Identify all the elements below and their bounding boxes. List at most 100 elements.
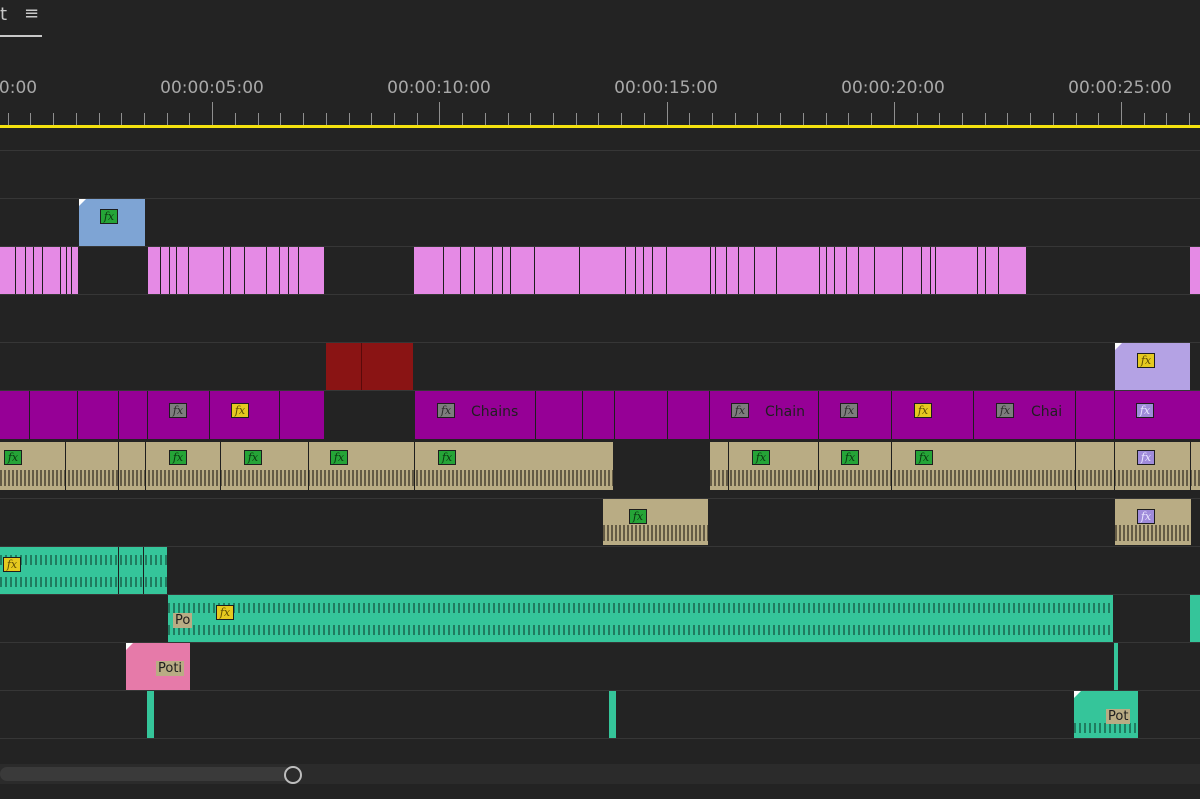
timecode-label: 0:00 bbox=[0, 78, 38, 98]
timecode-label: 00:00:05:00 bbox=[160, 78, 264, 98]
audio-clip[interactable] bbox=[1190, 595, 1200, 643]
video-clip[interactable] bbox=[0, 247, 78, 295]
timeline-tab[interactable]: t ≡ bbox=[0, 0, 42, 38]
fx-badge-icon[interactable]: fx bbox=[4, 450, 22, 465]
audio-clip[interactable]: Po fx bbox=[168, 595, 1113, 643]
audio-waveform bbox=[1074, 723, 1138, 733]
audio-clip[interactable]: fx bbox=[0, 547, 167, 595]
video-clip[interactable] bbox=[1190, 247, 1200, 295]
fx-badge-icon[interactable]: fx bbox=[438, 450, 456, 465]
audio-waveform bbox=[710, 470, 1200, 486]
video-clip[interactable]: fx bbox=[1115, 343, 1190, 391]
ruler-tick bbox=[1075, 113, 1077, 125]
fx-badge-icon[interactable]: fx bbox=[244, 450, 262, 465]
fx-badge-icon[interactable]: fx bbox=[1137, 450, 1155, 465]
ruler-tick bbox=[598, 113, 600, 125]
clip-corner-marker bbox=[1074, 691, 1081, 698]
fx-badge-icon[interactable]: fx bbox=[3, 557, 21, 572]
audio-track-a3: fx bbox=[0, 546, 1200, 595]
fx-badge-icon[interactable]: fx bbox=[330, 450, 348, 465]
video-clip[interactable] bbox=[414, 247, 1026, 295]
fx-badge-icon[interactable]: fx bbox=[841, 450, 859, 465]
audio-clip[interactable] bbox=[147, 691, 154, 739]
fx-badge-icon[interactable]: fx bbox=[231, 403, 249, 418]
ruler-tick bbox=[98, 113, 100, 125]
fx-badge-icon[interactable]: fx bbox=[216, 605, 234, 620]
fx-badge-icon[interactable]: fx bbox=[914, 403, 932, 418]
audio-clip[interactable] bbox=[609, 691, 616, 739]
video-clip[interactable] bbox=[326, 343, 361, 391]
ruler-tick bbox=[1121, 102, 1122, 125]
ruler-tick bbox=[212, 102, 214, 125]
video-clip[interactable] bbox=[361, 343, 413, 391]
hamburger-menu-icon[interactable]: ≡ bbox=[24, 3, 39, 24]
timeline-tab-label: t bbox=[0, 4, 8, 25]
fx-badge-icon[interactable]: fx bbox=[840, 403, 858, 418]
fx-badge-icon[interactable]: fx bbox=[100, 209, 118, 224]
work-area-bar[interactable] bbox=[0, 125, 1200, 128]
fx-badge-icon[interactable]: fx bbox=[752, 450, 770, 465]
ruler-tick bbox=[280, 113, 282, 125]
active-tab-underline bbox=[0, 35, 42, 37]
fx-badge-icon[interactable]: fx bbox=[731, 403, 749, 418]
ruler-tick bbox=[643, 113, 645, 125]
ruler-tick bbox=[507, 113, 509, 125]
fx-badge-icon[interactable]: fx bbox=[1136, 403, 1154, 418]
video-track-v5 bbox=[0, 294, 1200, 343]
audio-waveform bbox=[0, 555, 167, 565]
ruler-tick bbox=[530, 113, 532, 125]
audio-clip[interactable]: fx fx fx fx fx bbox=[0, 442, 613, 490]
ruler-tick bbox=[802, 113, 804, 125]
video-clip[interactable] bbox=[148, 247, 324, 295]
ruler-tick bbox=[303, 113, 305, 125]
fx-badge-icon[interactable]: fx bbox=[169, 450, 187, 465]
video-clip[interactable]: fx Chains fx Chain fx fx fx Chai fx bbox=[415, 391, 1200, 439]
fx-badge-icon[interactable]: fx bbox=[915, 450, 933, 465]
clip-name: Chai bbox=[1031, 404, 1063, 420]
ruler-tick bbox=[53, 113, 55, 125]
fx-badge-icon[interactable]: fx bbox=[1137, 509, 1155, 524]
ruler-tick bbox=[848, 113, 850, 125]
audio-clip[interactable]: fx fx fx fx bbox=[710, 442, 1200, 490]
clip-name: Pot bbox=[1106, 709, 1131, 724]
video-clip[interactable]: fx bbox=[79, 199, 145, 247]
timeline-tracks: fx fx fx fx fx Chains fx Chain fx fx fx … bbox=[0, 150, 1200, 748]
audio-track-a5: Poti bbox=[0, 642, 1200, 691]
ruler-tick bbox=[780, 113, 782, 125]
ruler-tick bbox=[916, 113, 918, 125]
fx-badge-icon[interactable]: fx bbox=[996, 403, 1014, 418]
ruler-tick bbox=[984, 113, 986, 125]
audio-clip[interactable]: Pot bbox=[1074, 691, 1138, 739]
clip-name: Chain bbox=[765, 404, 805, 420]
fx-badge-icon[interactable]: fx bbox=[437, 403, 455, 418]
audio-waveform bbox=[168, 625, 1113, 635]
ruler-tick bbox=[439, 102, 441, 125]
ruler-tick bbox=[1166, 113, 1168, 125]
audio-clip[interactable]: Poti bbox=[126, 643, 190, 691]
scrollbar-thumb[interactable] bbox=[0, 767, 292, 781]
audio-clip[interactable] bbox=[1114, 643, 1118, 691]
audio-clip[interactable]: fx bbox=[603, 499, 708, 545]
ruler-tick bbox=[1189, 113, 1191, 125]
fx-badge-icon[interactable]: fx bbox=[169, 403, 187, 418]
audio-clip[interactable]: fx bbox=[1115, 499, 1191, 545]
ruler-tick bbox=[371, 113, 373, 125]
ruler-tick bbox=[825, 113, 827, 125]
audio-track-a2: fx fx bbox=[0, 498, 1200, 547]
ruler-tick bbox=[166, 113, 168, 125]
audio-track-a1: fx fx fx fx fx fx fx fx fx bbox=[0, 442, 1200, 490]
video-track-v4: fx bbox=[0, 342, 1200, 391]
timeline-scrollbar[interactable] bbox=[0, 764, 1200, 784]
fx-badge-icon[interactable]: fx bbox=[629, 509, 647, 524]
clip-name: Po bbox=[173, 613, 193, 628]
audio-track-a6: Pot bbox=[0, 690, 1200, 739]
audio-track-a4: Po fx bbox=[0, 594, 1200, 643]
fx-badge-icon[interactable]: fx bbox=[1137, 353, 1155, 368]
video-clip[interactable]: fx fx bbox=[0, 391, 324, 439]
ruler-tick bbox=[7, 113, 9, 125]
timecode-label: 00:00:25:00 bbox=[1068, 78, 1172, 98]
time-ruler[interactable]: 0:00 00:00:05:00 00:00:10:00 00:00:15:00… bbox=[0, 60, 1200, 132]
audio-waveform bbox=[0, 577, 167, 587]
zoom-handle-icon[interactable] bbox=[284, 766, 302, 784]
timecode-label: 00:00:15:00 bbox=[614, 78, 718, 98]
